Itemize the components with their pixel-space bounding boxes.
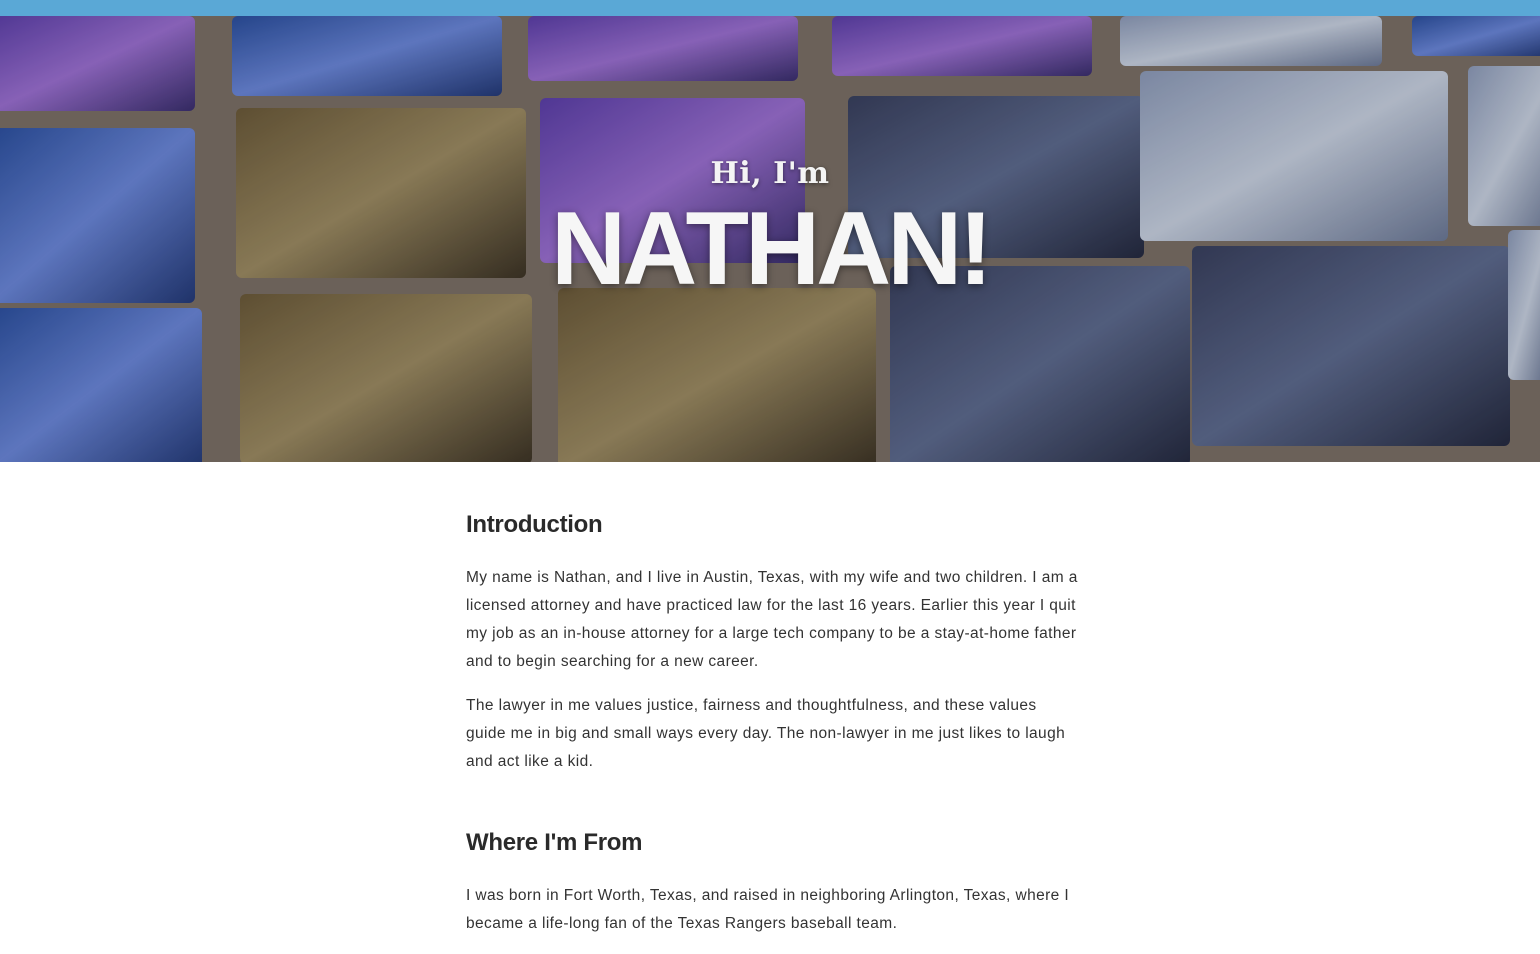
section-paragraph: The lawyer in me values justice, fairnes… bbox=[466, 697, 1066, 770]
top-accent-bar bbox=[0, 0, 1540, 16]
section-heading: Introduction bbox=[466, 511, 603, 538]
section-paragraph: My name is Nathan, and I live in Austin,… bbox=[466, 569, 1078, 670]
section-where-from: Where I'm From I was born in Fort Worth,… bbox=[466, 826, 1078, 938]
section-introduction: Introduction My name is Nathan, and I li… bbox=[466, 508, 1078, 776]
hero-name: NATHAN! bbox=[551, 191, 993, 307]
hero-banner: Hi, I'm NATHAN! bbox=[0, 16, 1540, 462]
section-heading: Where I'm From bbox=[466, 829, 643, 856]
section-paragraph: I was born in Fort Worth, Texas, and rai… bbox=[466, 887, 1070, 932]
main-content: Introduction My name is Nathan, and I li… bbox=[466, 508, 1078, 954]
hero-greeting: Hi, I'm bbox=[710, 156, 830, 191]
